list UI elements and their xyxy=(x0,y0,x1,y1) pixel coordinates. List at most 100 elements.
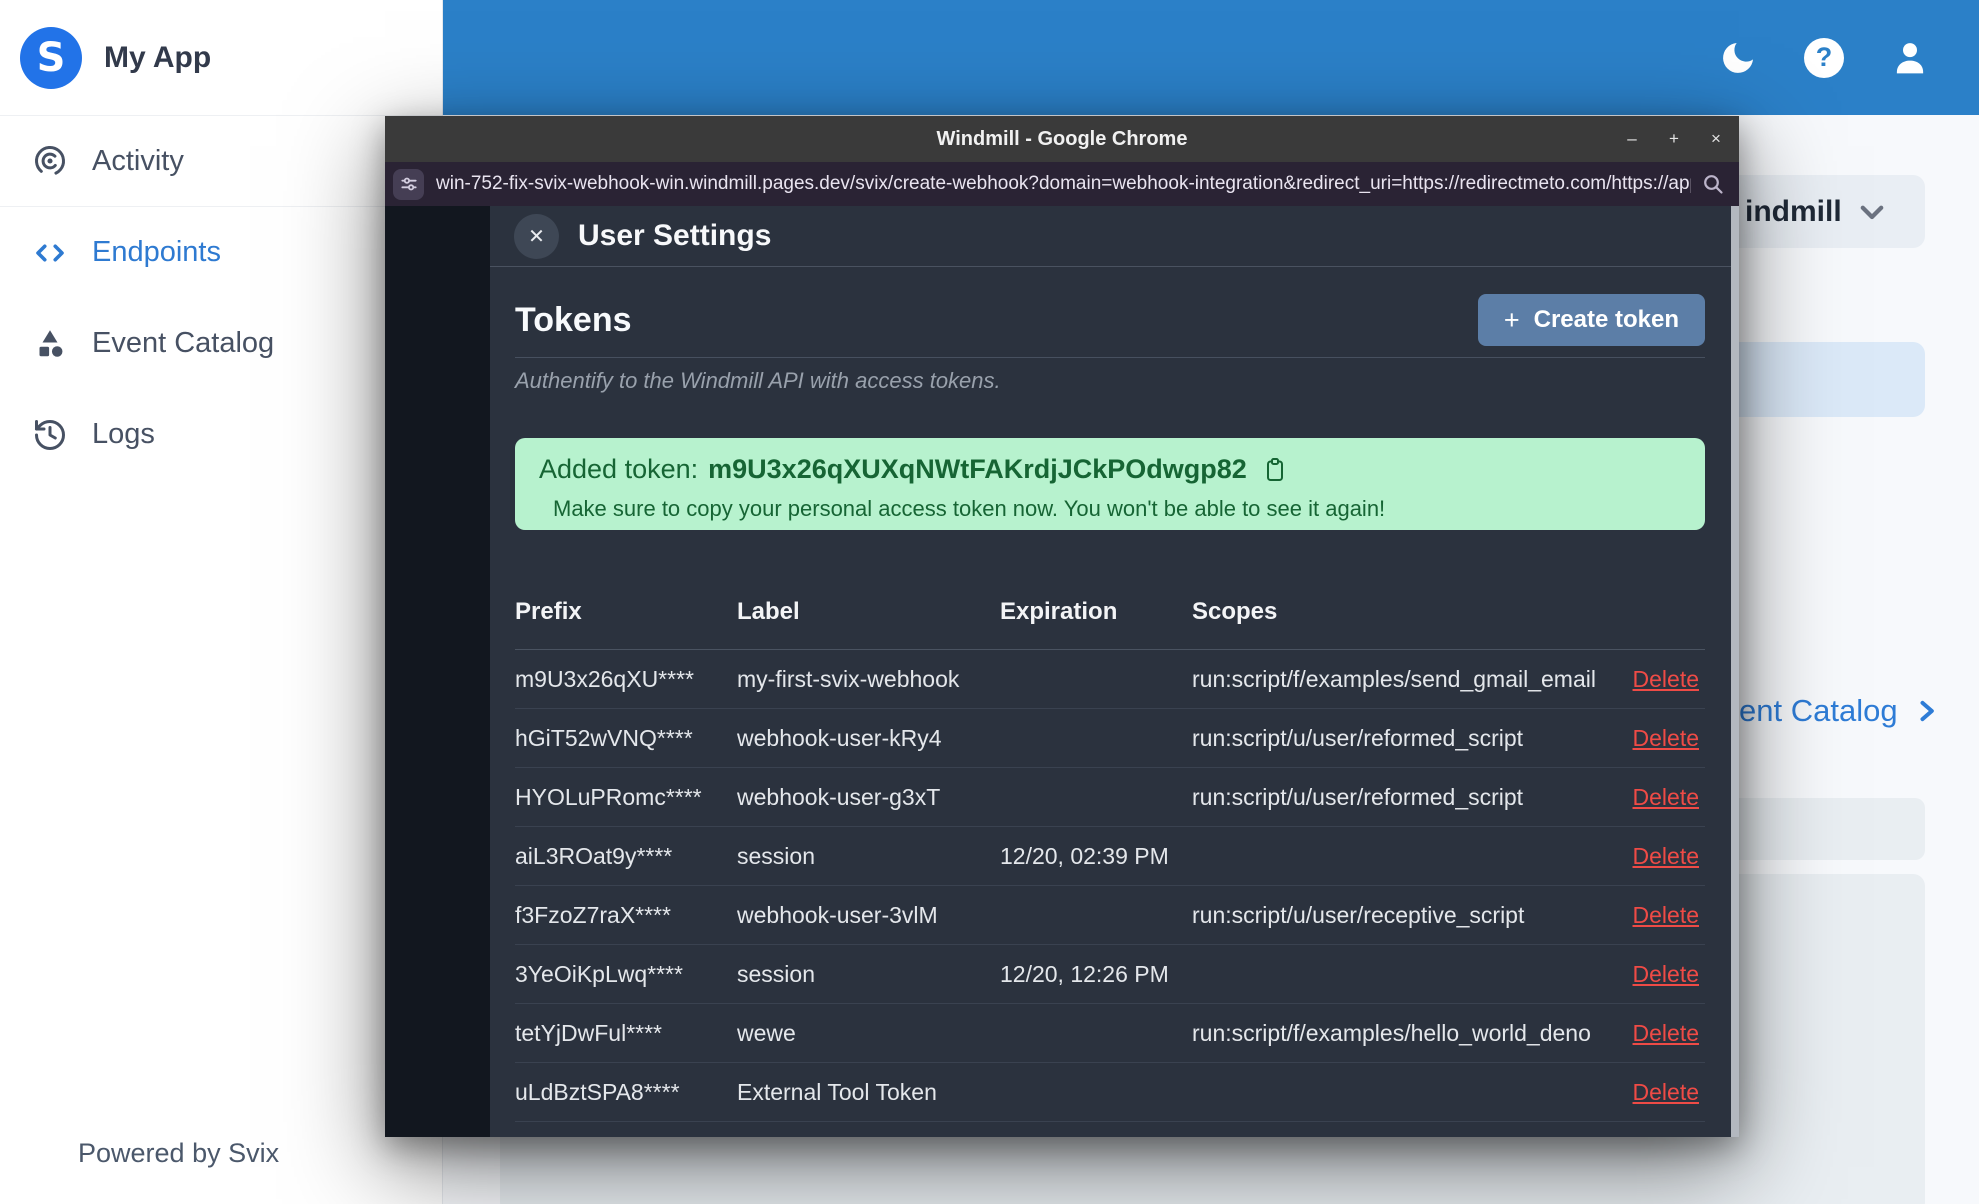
user-icon xyxy=(1896,42,1924,73)
section-divider xyxy=(515,357,1705,358)
sidebar-item-label: Event Catalog xyxy=(92,327,275,359)
moon-icon xyxy=(1723,42,1753,73)
drawer-title: User Settings xyxy=(578,219,772,252)
page-zoom-button[interactable] xyxy=(1701,172,1725,196)
token-prefix-cell: 3YeOiKpLwq**** xyxy=(515,960,683,987)
token-actions-cell: Delete xyxy=(1625,902,1705,929)
browser-viewport: ✕ User Settings Tokens + Create token Au… xyxy=(385,206,1739,1137)
sidebar-item-label: Endpoints xyxy=(92,236,221,268)
token-prefix-cell: f3FzoZ7raX**** xyxy=(515,901,671,928)
chevron-right-icon xyxy=(1920,700,1934,722)
table-row: i9AiXYkJRz**** default-token Delete xyxy=(515,1122,1705,1137)
token-created-alert: Added token: m9U3x26qXUXqNWtFAKrdjJCkPOd… xyxy=(515,438,1705,530)
token-label-cell: session xyxy=(737,842,815,869)
alert-warning-text: Make sure to copy your personal access t… xyxy=(553,496,1386,521)
sidebar-item-logs[interactable]: Logs xyxy=(0,389,442,480)
token-prefix-cell: tetYjDwFul**** xyxy=(515,1019,662,1046)
drawer-scrollbar[interactable] xyxy=(1731,206,1739,1137)
tokens-section: Tokens + Create token Authentify to the … xyxy=(490,293,1731,1137)
table-row: hGiT52wVNQ**** webhook-user-kRy4 run:scr… xyxy=(515,709,1705,768)
screen: ? S My App Activity Endpoints Event Cata… xyxy=(0,0,1979,1204)
token-scopes-cell: run:script/u/user/reformed_script xyxy=(1192,783,1524,810)
help-button[interactable]: ? xyxy=(1801,35,1847,81)
svix-logo-icon: S xyxy=(20,26,82,89)
minimize-button[interactable]: – xyxy=(1623,129,1641,149)
token-prefix-cell: uLdBztSPA8**** xyxy=(515,1078,680,1105)
maximize-button[interactable]: + xyxy=(1665,129,1683,149)
column-header-expiration: Expiration xyxy=(1000,597,1118,625)
close-drawer-button[interactable]: ✕ xyxy=(514,214,559,259)
powered-by-svix: Powered by Svix xyxy=(78,1138,280,1168)
plus-icon: + xyxy=(1503,304,1520,335)
window-controls: – + × xyxy=(1623,116,1725,162)
token-prefix-cell: aiL3ROat9y**** xyxy=(515,842,673,869)
sidebar-item-label: Logs xyxy=(92,418,155,450)
table-row: uLdBztSPA8**** External Tool Token Delet… xyxy=(515,1063,1705,1122)
token-actions-cell: Delete xyxy=(1625,784,1705,811)
code-brackets-icon xyxy=(36,243,64,262)
column-header-prefix: Prefix xyxy=(515,597,582,625)
delete-token-link[interactable]: Delete xyxy=(1633,902,1699,928)
token-label-cell: webhook-user-kRy4 xyxy=(737,724,942,751)
token-actions-cell: Delete xyxy=(1625,961,1705,988)
event-catalog-link-label: ent Catalog xyxy=(1739,693,1898,728)
tokens-heading: Tokens xyxy=(515,300,632,339)
tokens-table: Prefix Label Expiration Scopes m9U3x26qX… xyxy=(515,574,1705,1137)
tokens-table-body: m9U3x26qXU**** my-first-svix-webhook run… xyxy=(515,650,1705,1137)
alert-prefix-text: Added token: xyxy=(539,454,699,484)
token-scopes-cell: run:script/f/examples/send_gmail_email xyxy=(1192,665,1596,692)
token-label-cell: my-first-svix-webhook xyxy=(737,665,960,692)
token-value: m9U3x26qXUXqNWtFAKrdjJCkPOdwgp82 xyxy=(708,454,1247,484)
token-scopes-cell: run:script/u/user/receptive_script xyxy=(1192,901,1525,928)
sidebar-item-endpoints[interactable]: Endpoints xyxy=(0,207,442,298)
token-label-cell: wewe xyxy=(737,1019,796,1046)
delete-token-link[interactable]: Delete xyxy=(1633,843,1699,869)
sidebar-item-event-catalog[interactable]: Event Catalog xyxy=(0,298,442,389)
token-actions-cell: Delete xyxy=(1625,843,1705,870)
event-catalog-link[interactable]: ent Catalog xyxy=(1739,693,1940,729)
token-actions-cell: Delete xyxy=(1625,725,1705,752)
environment-label: indmill xyxy=(1745,194,1842,228)
delete-token-link[interactable]: Delete xyxy=(1633,725,1699,751)
magnifier-icon xyxy=(1704,175,1723,194)
token-scopes-cell: run:script/f/examples/hello_world_deno xyxy=(1192,1019,1591,1046)
token-expiration-cell: 12/20, 12:26 PM xyxy=(1000,960,1169,987)
token-actions-cell: Delete xyxy=(1625,1020,1705,1047)
token-prefix-cell: hGiT52wVNQ**** xyxy=(515,724,693,751)
delete-token-link[interactable]: Delete xyxy=(1633,961,1699,987)
create-token-button[interactable]: + Create token xyxy=(1477,294,1705,346)
browser-address-bar[interactable]: win-752-fix-svix-webhook-win.windmill.pa… xyxy=(385,162,1739,206)
token-label-cell: session xyxy=(737,960,815,987)
sidebar-item-activity[interactable]: Activity xyxy=(0,116,442,207)
tune-sliders-icon xyxy=(400,177,417,191)
delete-token-link[interactable]: Delete xyxy=(1633,666,1699,692)
url-text[interactable]: win-752-fix-svix-webhook-win.windmill.pa… xyxy=(436,173,1691,195)
column-header-scopes: Scopes xyxy=(1192,597,1278,625)
table-row: aiL3ROat9y**** session 12/20, 02:39 PM D… xyxy=(515,827,1705,886)
activity-gauge-icon xyxy=(35,146,65,176)
token-actions-cell: Delete xyxy=(1625,666,1705,693)
dark-mode-toggle[interactable] xyxy=(1715,35,1761,81)
tokens-subtitle: Authentify to the Windmill API with acce… xyxy=(515,368,1001,393)
copy-token-button[interactable] xyxy=(1263,457,1287,483)
site-info-button[interactable] xyxy=(393,168,424,200)
close-window-button[interactable]: × xyxy=(1707,129,1725,149)
token-label-cell: webhook-user-g3xT xyxy=(737,783,941,810)
delete-token-link[interactable]: Delete xyxy=(1633,1020,1699,1046)
delete-token-link[interactable]: Delete xyxy=(1633,1079,1699,1105)
sidebar: S My App Activity Endpoints Event Catalo… xyxy=(0,0,443,1204)
create-token-label: Create token xyxy=(1533,306,1679,333)
column-header-label: Label xyxy=(737,597,800,625)
table-row: 3YeOiKpLwq**** session 12/20, 12:26 PM D… xyxy=(515,945,1705,1004)
help-icon: ? xyxy=(1804,37,1844,78)
table-row: m9U3x26qXU**** my-first-svix-webhook run… xyxy=(515,650,1705,709)
delete-token-link[interactable]: Delete xyxy=(1633,784,1699,810)
token-actions-cell: Delete xyxy=(1625,1079,1705,1106)
sidebar-item-label: Activity xyxy=(92,144,184,177)
token-expiration-cell: 12/20, 02:39 PM xyxy=(1000,842,1169,869)
table-row: tetYjDwFul**** wewe run:script/f/example… xyxy=(515,1004,1705,1063)
shapes-icon xyxy=(39,329,63,357)
alert-token-line: Added token: m9U3x26qXUXqNWtFAKrdjJCkPOd… xyxy=(539,454,1705,485)
window-titlebar[interactable]: Windmill - Google Chrome – + × xyxy=(385,116,1739,162)
user-menu-button[interactable] xyxy=(1887,35,1933,81)
